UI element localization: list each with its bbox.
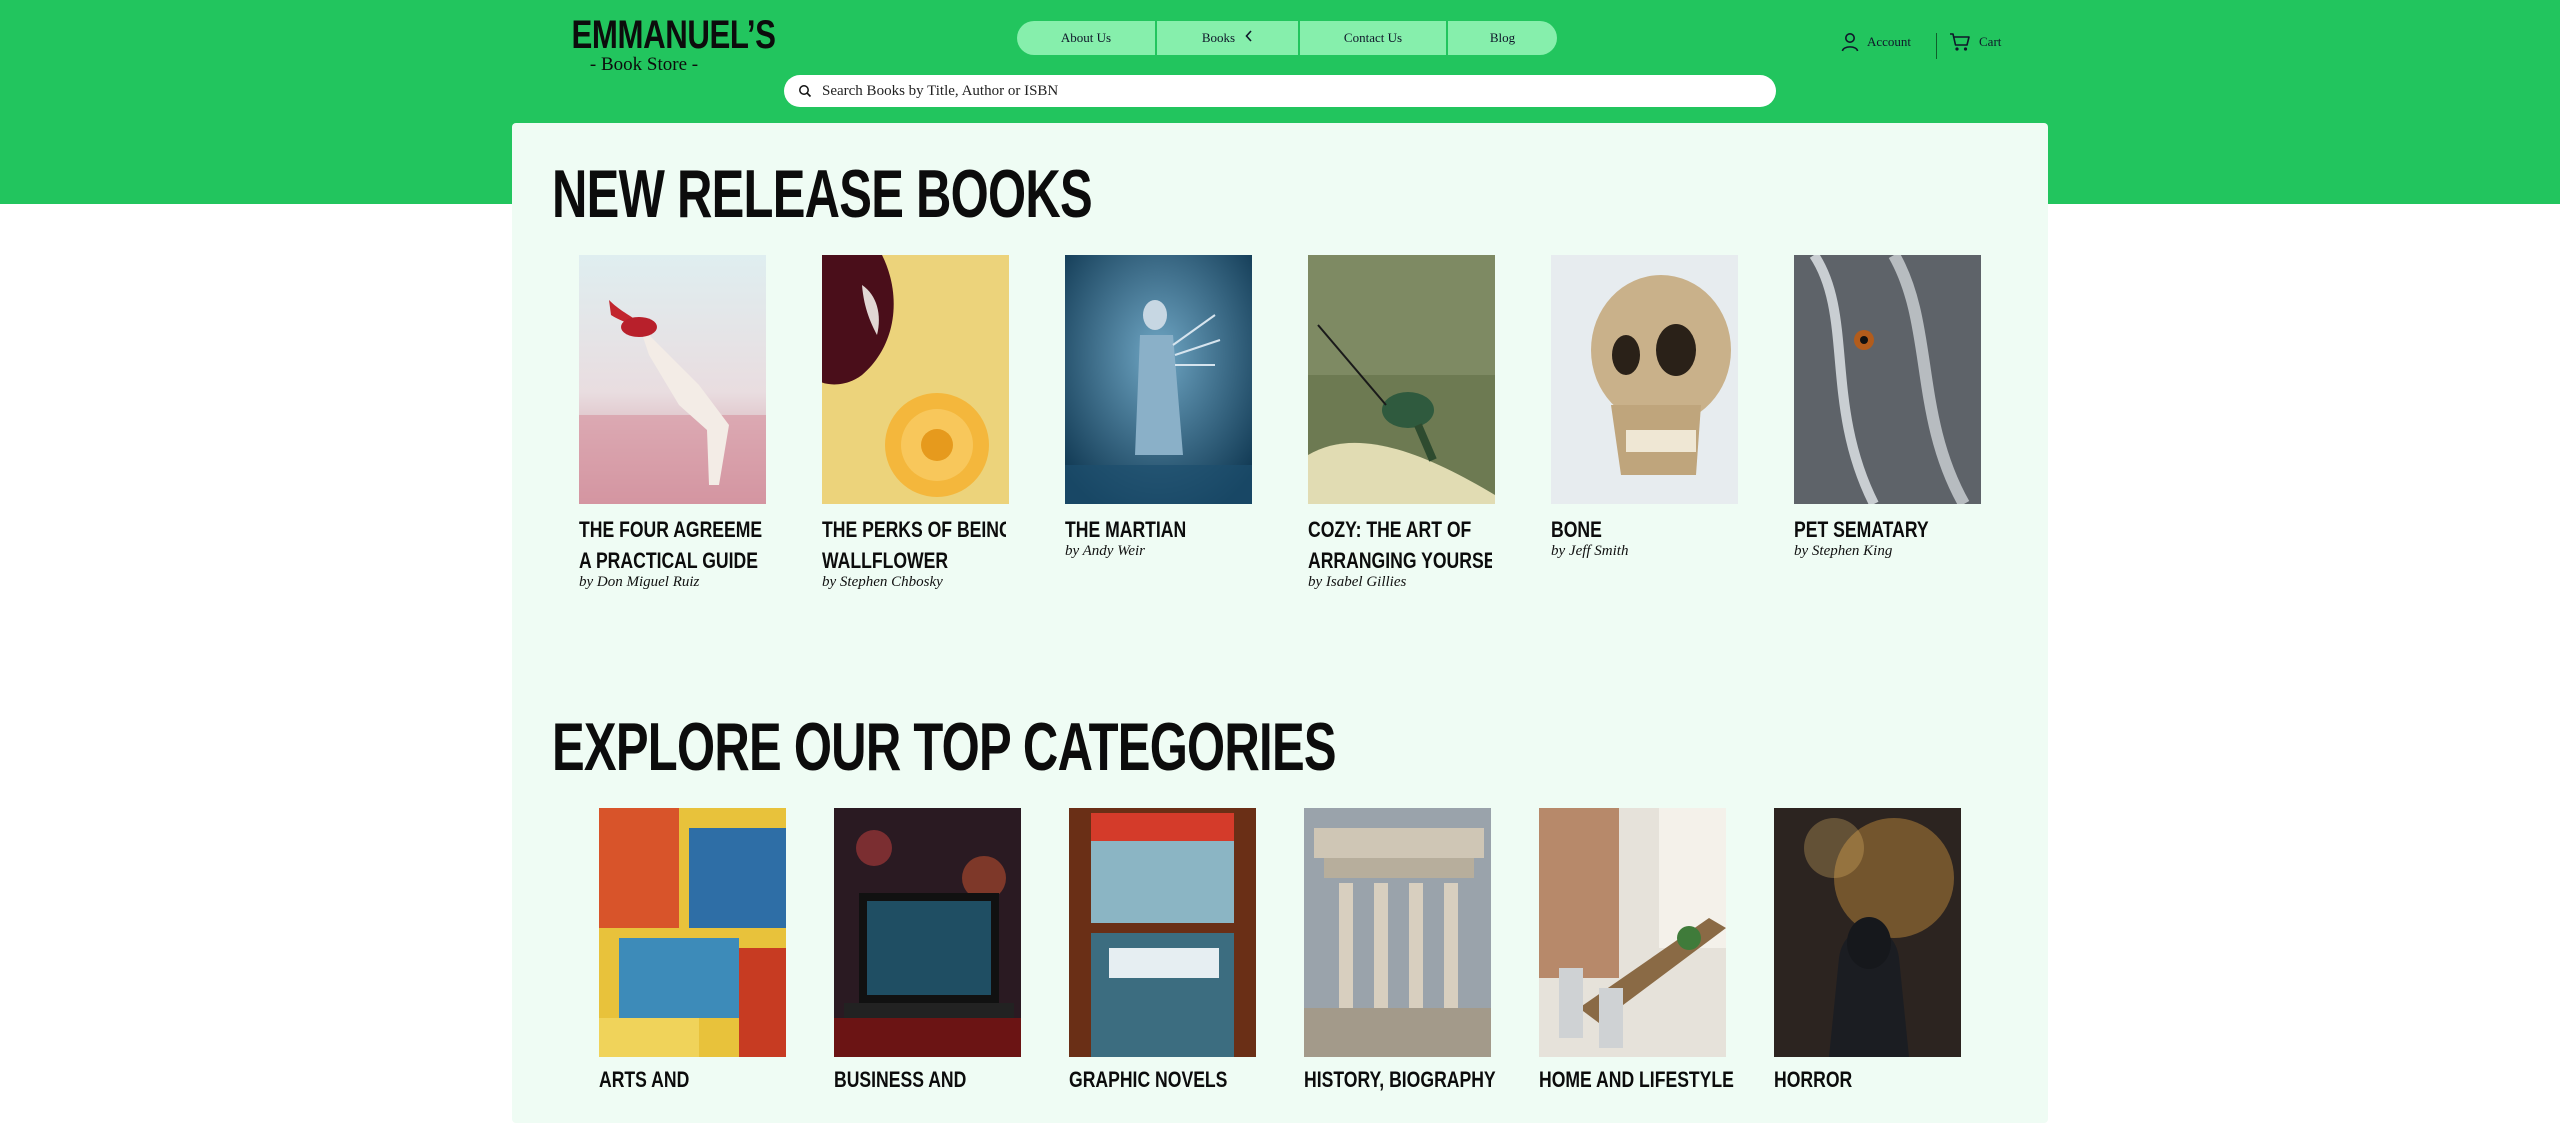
book-cover-image[interactable] [822,255,1009,504]
book-cover-image[interactable] [579,255,766,504]
book-title[interactable]: COZY: THE ART OF ARRANGING YOURSELF ... [1308,514,1492,576]
book-card: THE MARTIAN by Andy Weir [1065,255,1252,560]
book-cover-image[interactable] [1794,255,1981,504]
nav-books[interactable]: Books [1157,21,1298,55]
account-label: Account [1867,34,1912,49]
category-label[interactable]: HORROR [1774,1065,1958,1095]
nav-label: Blog [1489,30,1516,45]
book-card: THE PERKS OF BEING A WALLFLOWER by Steph… [822,255,1009,591]
category-card: HOME AND LIFESTYLE [1539,808,1734,1095]
category-card: BUSINESS AND [834,808,1021,1095]
chevron-left-icon [1245,30,1253,46]
category-label[interactable]: HOME AND LIFESTYLE [1539,1065,1734,1095]
search-bar[interactable] [784,75,1776,107]
category-label[interactable]: BUSINESS AND [834,1065,1018,1095]
category-image[interactable] [1539,808,1726,1057]
category-card: ARTS AND [599,808,786,1095]
book-cover-image[interactable] [1065,255,1252,504]
category-card: HISTORY, BIOGRAPHY [1304,808,1496,1095]
nav-label: Books [1201,30,1236,45]
book-card: BONE by Jeff Smith [1551,255,1738,560]
logo-subtitle: - Book Store - [589,54,699,75]
category-image[interactable] [1774,808,1961,1057]
nav-about-us[interactable]: About Us [1017,21,1155,55]
book-card: THE FOUR AGREEMENTS: A PRACTICAL GUIDE T… [579,255,766,591]
book-author: by Jeff Smith [1551,543,1629,559]
category-label[interactable]: GRAPHIC NOVELS [1069,1065,1253,1095]
category-card: GRAPHIC NOVELS [1069,808,1256,1095]
book-title[interactable]: THE MARTIAN [1065,514,1249,545]
book-cover-image[interactable] [1308,255,1495,504]
book-author: by Isabel Gillies [1308,574,1407,590]
cart-label: Cart [1979,34,2002,49]
book-card: COZY: THE ART OF ARRANGING YOURSELF ... … [1308,255,1495,591]
nav-label: Contact Us [1343,30,1403,45]
account-link[interactable]: Account [1841,32,1911,52]
book-author: by Andy Weir [1065,543,1145,559]
category-image[interactable] [834,808,1021,1057]
book-title[interactable]: BONE [1551,514,1735,545]
store-logo[interactable]: EMMANUEL’S - Book Store - [551,13,776,76]
book-title[interactable]: PET SEMATARY [1794,514,1978,545]
cart-icon [1950,33,1970,51]
nav-label: About Us [1060,30,1112,45]
book-author: by Stephen Chbosky [822,574,943,590]
search-icon [799,85,812,98]
main-nav: About Us Books Contact Us Blog [1017,21,1557,55]
logo-title: EMMANUEL’S [571,13,776,57]
categories-heading: EXPLORE OUR TOP CATEGORIES [552,709,1337,785]
nav-blog[interactable]: Blog [1448,21,1557,55]
user-icon [1841,33,1859,52]
book-title[interactable]: THE PERKS OF BEING A WALLFLOWER [822,514,1006,576]
category-image[interactable] [1069,808,1256,1057]
category-image[interactable] [599,808,786,1057]
nav-contact-us[interactable]: Contact Us [1300,21,1446,55]
search-input[interactable] [820,81,1724,101]
book-author: by Don Miguel Ruiz [579,574,700,590]
category-card: HORROR [1774,808,1961,1095]
book-card: PET SEMATARY by Stephen King [1794,255,1981,560]
book-title[interactable]: THE FOUR AGREEMENTS: A PRACTICAL GUIDE T… [579,514,763,576]
book-author: by Stephen King [1794,543,1893,559]
category-label[interactable]: HISTORY, BIOGRAPHY [1304,1065,1496,1095]
cart-link[interactable]: Cart [1949,32,2001,52]
header-divider [1936,33,1937,59]
book-cover-image[interactable] [1551,255,1738,504]
new-releases-heading: NEW RELEASE BOOKS [552,156,1093,232]
category-image[interactable] [1304,808,1491,1057]
category-label[interactable]: ARTS AND [599,1065,783,1095]
